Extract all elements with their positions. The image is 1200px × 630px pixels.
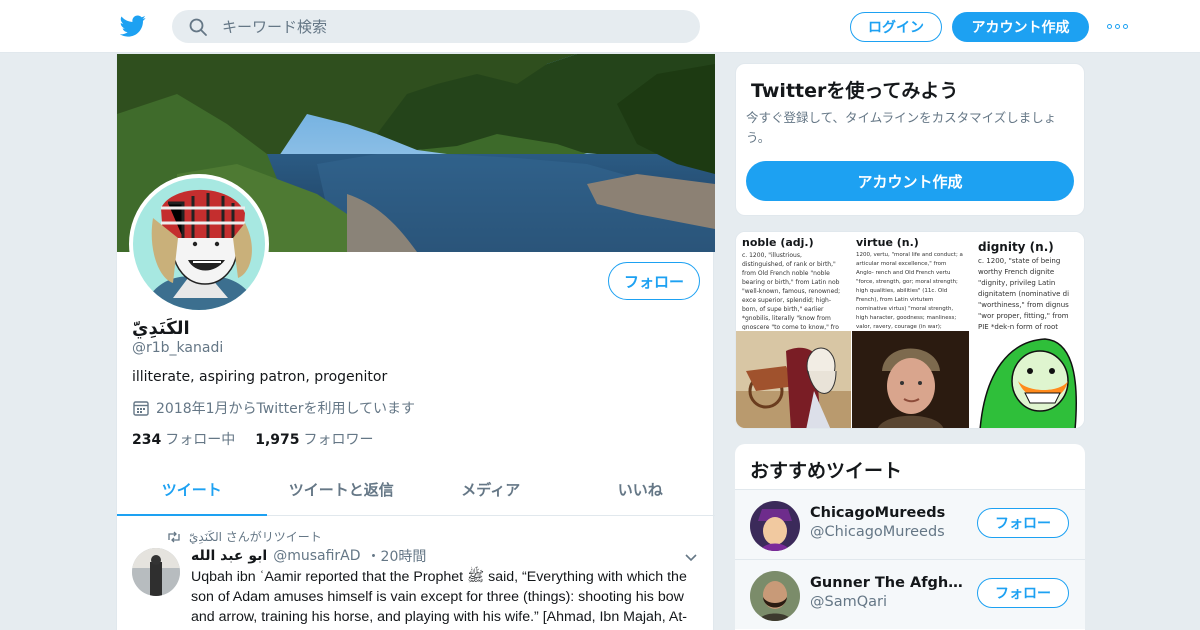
signup-card-button[interactable]: アカウント作成: [746, 161, 1074, 201]
following-label: フォロー中: [165, 432, 236, 448]
signup-button[interactable]: アカウント作成: [952, 12, 1089, 42]
tweet-header: ابو عبد الله @musafirAD ・20時間: [191, 546, 426, 566]
profile-tabs: ツイート ツイートと返信 メディア いいね: [117, 464, 715, 516]
joined-date: 2018年1月からTwitterを利用しています: [132, 398, 415, 418]
signup-card-title: Twitterを使ってみよう: [751, 80, 959, 102]
profile-handle[interactable]: @r1b_kanadi: [132, 340, 223, 356]
noble-title: noble (adj.): [742, 236, 814, 249]
search-icon: [189, 18, 207, 36]
media-grid[interactable]: noble (adj.) c. 1200, "illustrious, dist…: [735, 231, 1085, 429]
recommended-title: おすすめツイート: [750, 460, 903, 482]
tweet-author-name[interactable]: ابو عبد الله: [191, 548, 267, 564]
recommended-follow-button[interactable]: フォロー: [977, 578, 1069, 608]
tweet-author-avatar[interactable]: [132, 548, 180, 596]
profile-bio: illiterate, aspiring patron, progenitor: [132, 369, 388, 385]
media-cartoon[interactable]: [970, 331, 1084, 428]
following-count: 234: [132, 432, 162, 448]
recommended-follow-button[interactable]: フォロー: [977, 508, 1069, 538]
media-panel-noble[interactable]: noble (adj.) c. 1200, "illustrious, dist…: [736, 232, 851, 330]
followers-count: 1,975: [255, 432, 300, 448]
retweet-context[interactable]: الكَنَدِيّ さんがリツイート: [167, 528, 322, 545]
retweet-icon: [168, 531, 180, 542]
recommended-user-row[interactable]: ChicagoMureeds @ChicagoMureeds フォロー: [735, 489, 1085, 559]
follow-button[interactable]: フォロー: [608, 262, 700, 300]
top-bar: ログイン アカウント作成: [0, 0, 1200, 53]
tab-tweets-replies[interactable]: ツイートと返信: [267, 464, 417, 515]
media-panel-dignity[interactable]: dignity (n.) c. 1200, "state of being wo…: [970, 232, 1084, 330]
tweet-time[interactable]: ・20時間: [367, 546, 427, 566]
profile-name[interactable]: الكَنَدِيّ: [132, 318, 190, 339]
media-photo-man[interactable]: [852, 331, 969, 428]
recommended-handle[interactable]: @SamQari: [810, 594, 887, 610]
media-painting[interactable]: [736, 331, 851, 428]
following-stat[interactable]: 234 フォロー中: [132, 429, 235, 449]
virtue-text: 1200, vertu, "moral life and conduct; a …: [856, 252, 963, 330]
media-panel-virtue[interactable]: virtue (n.) 1200, vertu, "moral life and…: [852, 232, 969, 330]
followers-stat[interactable]: 1,975 フォロワー: [255, 429, 373, 449]
search-input[interactable]: [222, 10, 682, 43]
tweet-text: Uqbah ibn ʿAamir reported that the Proph…: [191, 569, 688, 630]
joined-text: 2018年1月からTwitterを利用しています: [156, 401, 416, 417]
profile-column: フォロー الكَنَدِيّ @r1b_kanadi illiterate, …: [116, 54, 715, 630]
noble-text: c. 1200, "illustrious, distinguished, of…: [742, 252, 841, 330]
login-button[interactable]: ログイン: [850, 12, 942, 42]
calendar-icon: [133, 401, 149, 416]
recommended-name[interactable]: Gunner The Afghan (...: [810, 575, 970, 591]
signup-card: Twitterを使ってみよう 今すぐ登録して、タイムラインをカスタマイズしましょ…: [735, 63, 1085, 216]
search-box[interactable]: [172, 10, 700, 43]
twitter-bird-icon[interactable]: [120, 13, 146, 39]
retweet-by-text: الكَنَدِيّ さんがリツイート: [189, 530, 322, 544]
tab-tweets[interactable]: ツイート: [117, 464, 267, 516]
recommended-name[interactable]: ChicagoMureeds: [810, 505, 970, 521]
tweet-author-handle[interactable]: @musafirAD: [273, 548, 360, 564]
dignity-title: dignity (n.): [978, 240, 1054, 254]
signup-card-description: 今すぐ登録して、タイムラインをカスタマイズしましょう。: [746, 110, 1057, 145]
recommended-avatar[interactable]: [750, 501, 800, 551]
recommended-card: おすすめツイート ChicagoMureeds @ChicagoMureeds …: [735, 444, 1085, 630]
recommended-avatar[interactable]: [750, 571, 800, 621]
recommended-handle[interactable]: @ChicagoMureeds: [810, 524, 945, 540]
followers-label: フォロワー: [303, 432, 374, 448]
tab-media[interactable]: メディア: [416, 464, 566, 515]
profile-stats: 234 フォロー中 1,975 フォロワー: [132, 429, 374, 449]
profile-avatar[interactable]: [129, 174, 269, 314]
chevron-down-icon[interactable]: [683, 549, 699, 565]
recommended-user-row[interactable]: Gunner The Afghan (... @SamQari フォロー: [735, 559, 1085, 629]
more-icon[interactable]: [1107, 20, 1129, 32]
tab-likes[interactable]: いいね: [566, 464, 716, 515]
dignity-text: c. 1200, "state of being worthy French d…: [978, 257, 1070, 330]
virtue-title: virtue (n.): [856, 236, 919, 249]
